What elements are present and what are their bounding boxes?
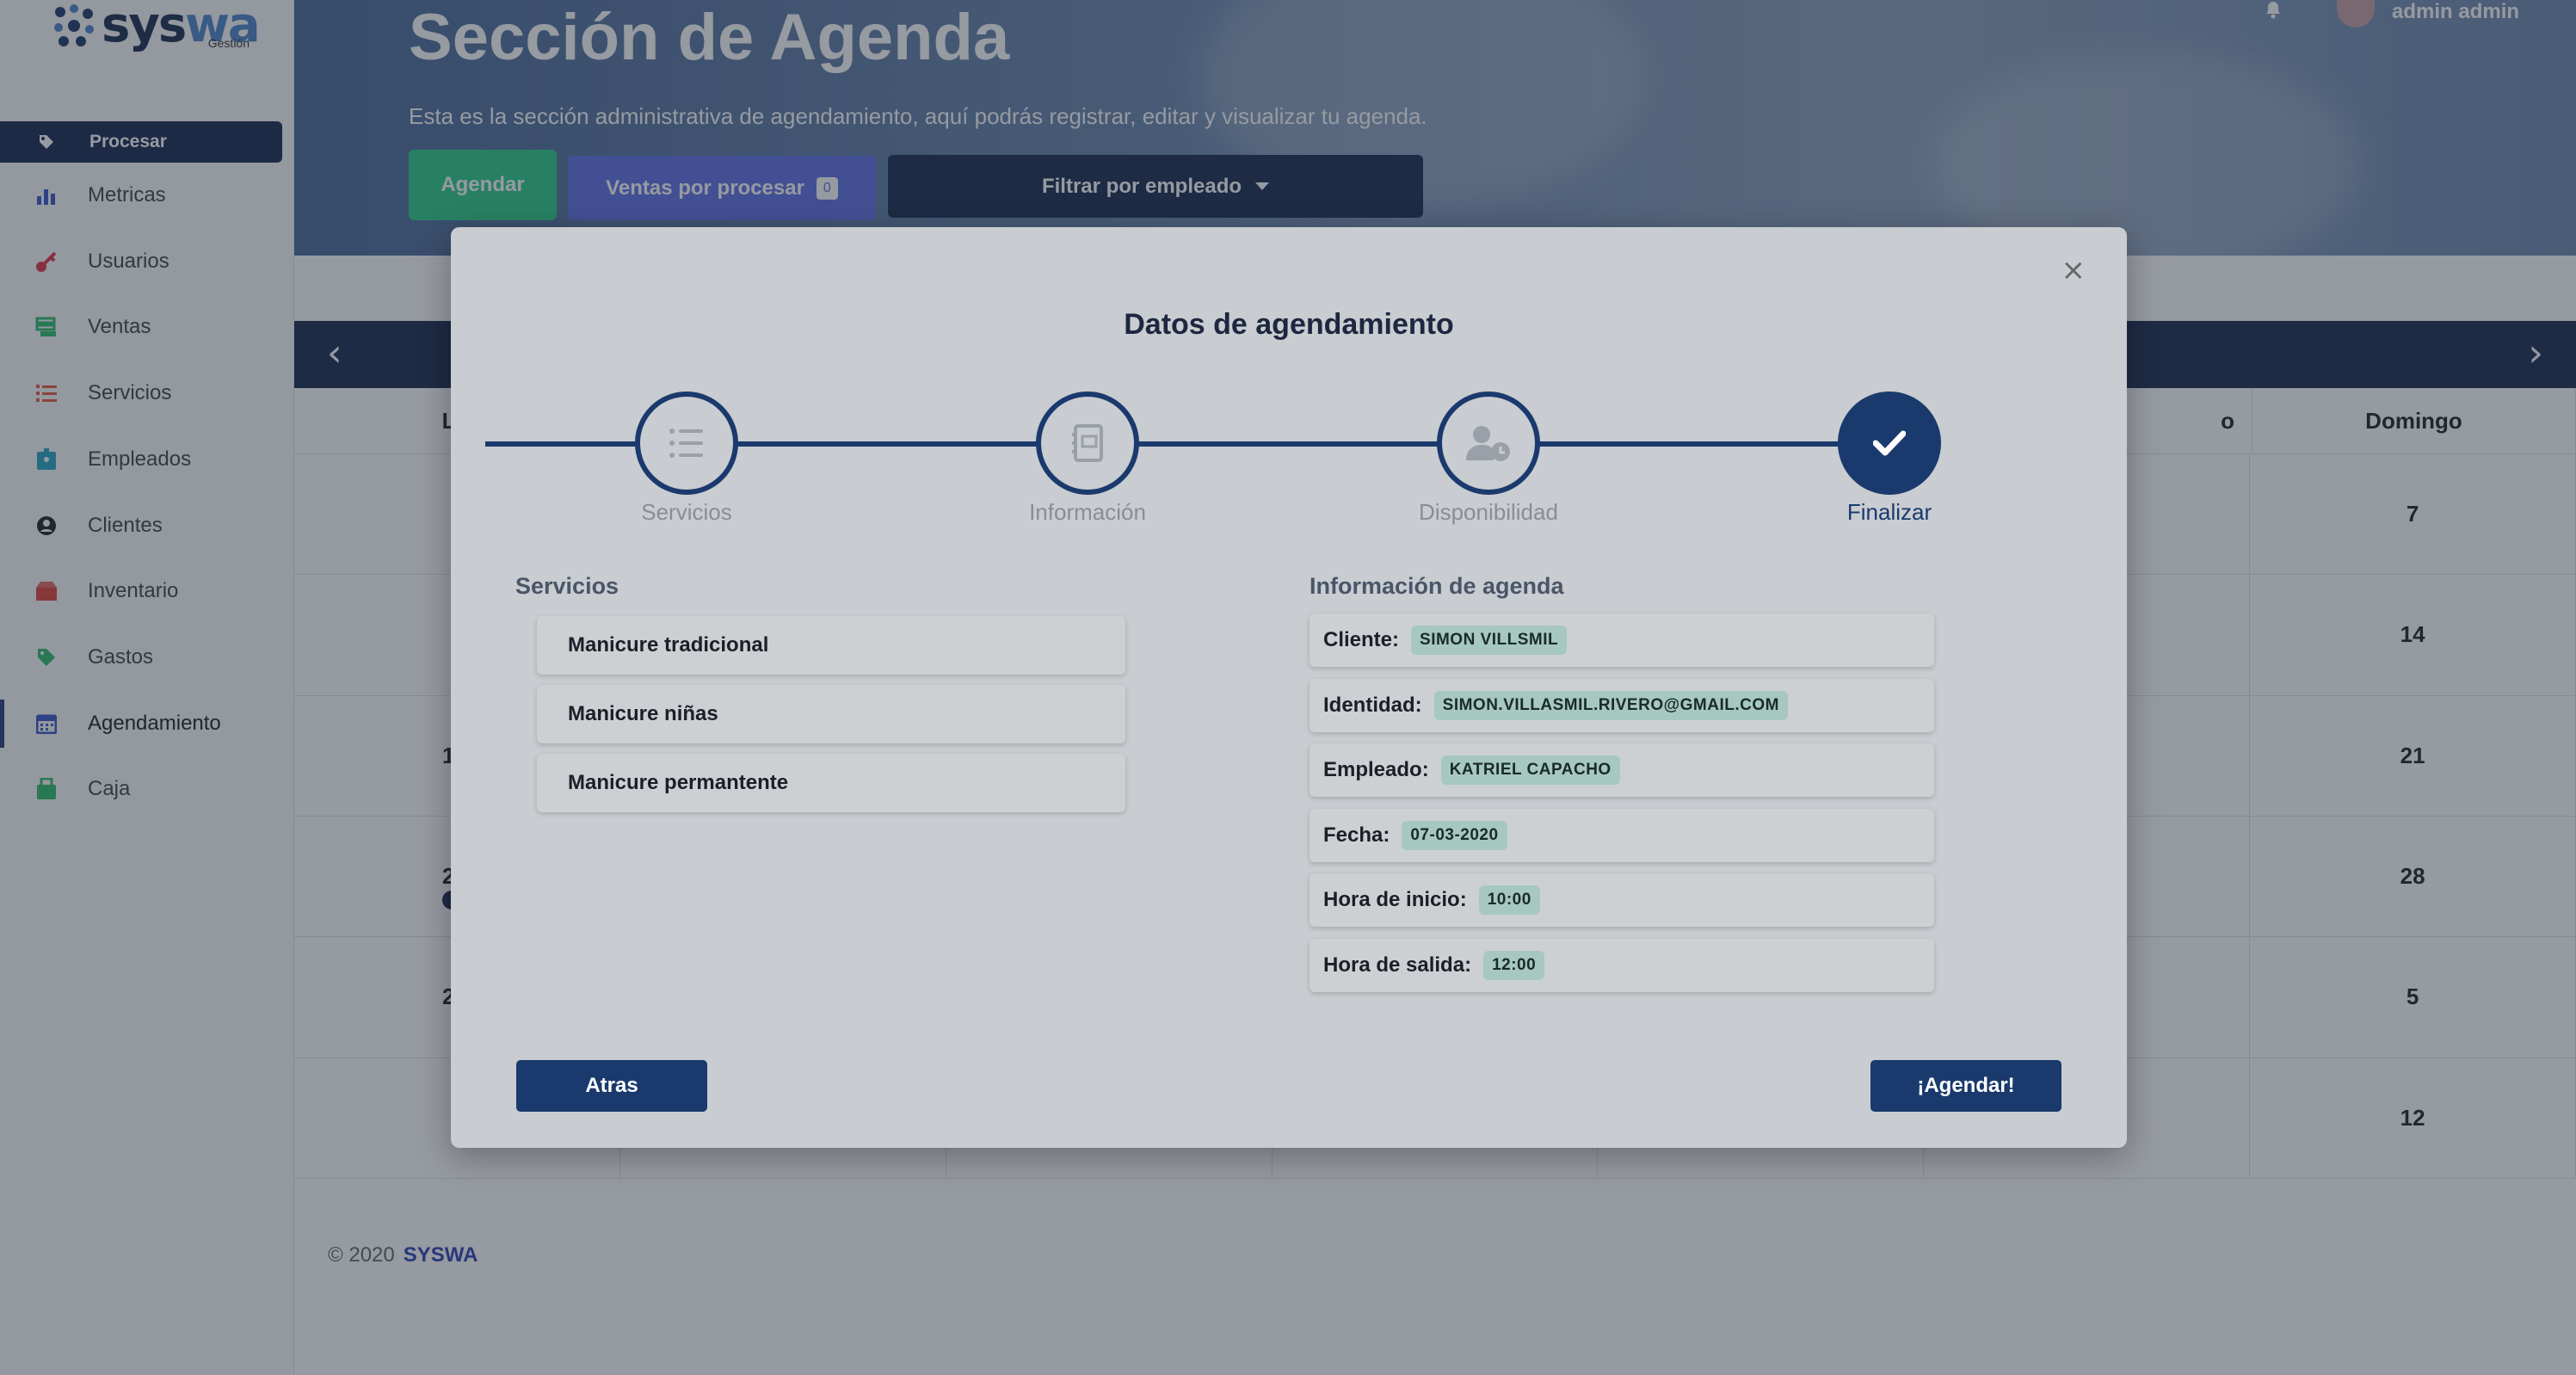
step-informacion[interactable] <box>1036 392 1139 495</box>
info-value-badge: 10:00 <box>1478 885 1540 916</box>
service-item: Manicure permantente <box>537 754 1125 812</box>
info-row: Cliente: SIMON VILLSMIL <box>1310 614 1934 667</box>
user-clock-icon <box>1466 426 1510 461</box>
info-row: Fecha: 07-03-2020 <box>1310 808 1934 862</box>
step-finalizar[interactable] <box>1838 392 1941 495</box>
back-button[interactable]: Atras <box>516 1060 707 1112</box>
info-value-badge: KATRIEL CAPACHO <box>1440 755 1620 786</box>
step-label-informacion: Información <box>1029 499 1146 525</box>
info-value-badge: 12:00 <box>1483 951 1545 980</box>
info-label: Hora de salida: <box>1323 953 1472 977</box>
step-label-servicios: Servicios <box>641 499 732 525</box>
info-label: Empleado: <box>1323 758 1429 782</box>
services-section-title: Servicios <box>515 573 619 599</box>
modal-title: Datos de agendamiento <box>1124 308 1454 341</box>
info-section-title: Información de agenda <box>1310 573 1564 599</box>
list-icon <box>669 429 703 458</box>
step-label-finalizar: Finalizar <box>1846 499 1932 525</box>
info-value-badge: SIMON VILLSMIL <box>1411 626 1568 655</box>
info-value-badge: 07-03-2020 <box>1402 820 1507 850</box>
info-label: Fecha: <box>1323 823 1390 847</box>
step-servicios[interactable] <box>635 392 738 495</box>
info-label: Cliente: <box>1323 628 1400 651</box>
info-value-badge: SIMON.VILLASMIL.RIVERO@GMAIL.COM <box>1433 690 1788 720</box>
step-label-disponibilidad: Disponibilidad <box>1419 499 1558 525</box>
step-disponibilidad[interactable] <box>1437 392 1540 495</box>
info-label: Hora de inicio: <box>1323 888 1467 912</box>
info-label: Identidad: <box>1323 693 1422 717</box>
address-book-icon <box>1072 424 1103 462</box>
info-row: Identidad: SIMON.VILLASMIL.RIVERO@GMAIL.C… <box>1310 678 1934 732</box>
service-item: Manicure tradicional <box>537 616 1125 675</box>
close-icon[interactable]: × <box>2061 253 2086 287</box>
scheduling-modal: × Datos de agendamiento Servicios Inform… <box>451 227 2127 1148</box>
info-row: Hora de inicio: 10:00 <box>1310 873 1934 928</box>
info-row: Hora de salida: 12:00 <box>1310 939 1934 992</box>
check-icon <box>1873 430 1906 456</box>
submit-schedule-button[interactable]: ¡Agendar! <box>1870 1060 2061 1112</box>
service-item: Manicure niñas <box>537 685 1125 743</box>
info-row: Empleado: KATRIEL CAPACHO <box>1310 743 1934 798</box>
